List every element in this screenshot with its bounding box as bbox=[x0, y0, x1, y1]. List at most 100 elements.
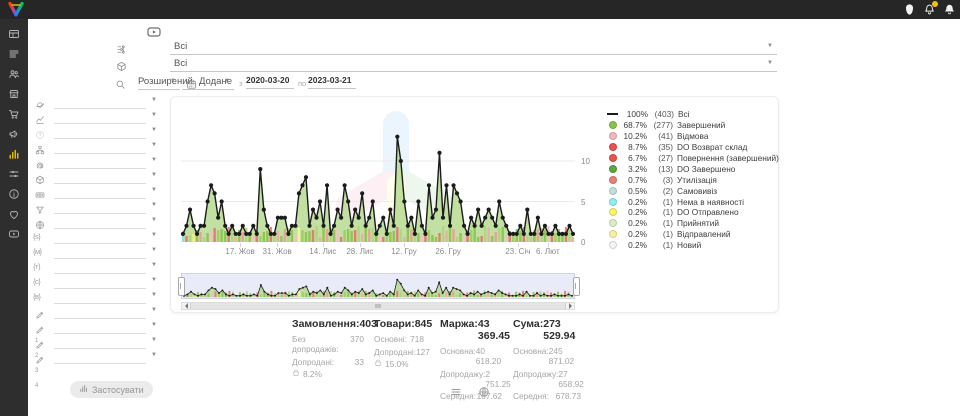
legend-item[interactable]: 0.7%(3)Утилізація bbox=[607, 174, 773, 185]
video-help-icon[interactable] bbox=[142, 24, 166, 40]
orders-list-icon[interactable] bbox=[0, 44, 28, 64]
scroll-right-arrow[interactable] bbox=[566, 303, 574, 309]
package-icon bbox=[116, 59, 127, 70]
fingerprint-icon bbox=[35, 157, 45, 167]
filter-field[interactable] bbox=[54, 171, 146, 184]
filter-field[interactable] bbox=[54, 96, 146, 109]
cube-icon bbox=[35, 172, 45, 182]
date-from-input[interactable]: 2020-03-20 bbox=[246, 75, 294, 89]
chevron-down-icon: ▼ bbox=[767, 43, 773, 49]
chevron-down-icon: ▼ bbox=[151, 277, 157, 283]
legend-item[interactable]: 8.7%(35)DO Возврат склад bbox=[607, 142, 773, 153]
filter-field[interactable] bbox=[54, 261, 146, 274]
main-chart[interactable] bbox=[181, 111, 575, 243]
filter-field[interactable] bbox=[54, 201, 146, 214]
filter-field[interactable] bbox=[54, 141, 146, 154]
upsell-badge: 8.2% bbox=[292, 369, 364, 379]
date-to-input[interactable]: 2023-03-21 bbox=[308, 75, 356, 89]
filter-field[interactable] bbox=[54, 126, 146, 139]
filter-field[interactable] bbox=[54, 186, 146, 199]
megaphone-icon[interactable] bbox=[0, 124, 28, 144]
alerts-bell-icon[interactable] bbox=[943, 3, 956, 16]
globe-icon[interactable] bbox=[478, 385, 490, 397]
stats-subrow: Середня:678.73 bbox=[513, 391, 581, 401]
customers-icon[interactable] bbox=[0, 64, 28, 84]
video-icon[interactable] bbox=[0, 224, 28, 244]
help-icon bbox=[35, 127, 45, 137]
filter-field[interactable] bbox=[54, 156, 146, 169]
filter-field[interactable] bbox=[54, 321, 146, 334]
filter-field[interactable] bbox=[54, 336, 146, 349]
analytics-icon[interactable] bbox=[0, 144, 28, 164]
filter-field[interactable] bbox=[54, 216, 146, 229]
filter-row-pencil-17: 4▼ bbox=[28, 351, 160, 365]
legend-label: DO Завершено bbox=[677, 164, 735, 174]
chevron-down-icon: ▼ bbox=[224, 78, 230, 84]
list-settings-icon[interactable] bbox=[450, 385, 462, 397]
legend-percent: 3.2% bbox=[620, 164, 647, 174]
legend-dot-swatch bbox=[609, 208, 617, 216]
legend-dot-swatch bbox=[609, 143, 617, 151]
legend-percent: 68.7% bbox=[620, 120, 647, 130]
chevron-down-icon: ▼ bbox=[151, 352, 157, 358]
filter-row-pencil-14: 1▼ bbox=[28, 306, 160, 320]
legend-item[interactable]: 10.2%(41)Відмова bbox=[607, 131, 773, 142]
filter-row-cube-5: ▼ bbox=[28, 171, 160, 185]
legend-count: (35) bbox=[647, 142, 673, 152]
filter-field[interactable] bbox=[54, 291, 146, 304]
legend-count: (1) bbox=[647, 240, 673, 250]
date-field-select[interactable]: Додане ▼ bbox=[182, 75, 234, 90]
filter-field[interactable] bbox=[54, 231, 146, 244]
filter-field[interactable] bbox=[54, 306, 146, 319]
navigator-chart[interactable] bbox=[181, 273, 575, 299]
sliders-icon[interactable] bbox=[0, 164, 28, 184]
x-tick-label: 28. Лис bbox=[346, 247, 373, 256]
info-icon[interactable] bbox=[0, 184, 28, 204]
legend-item[interactable]: 0.2%(1)Відправлений bbox=[607, 229, 773, 240]
navigator-handle-right[interactable] bbox=[573, 277, 580, 296]
legend-item[interactable]: 68.7%(277)Завершений bbox=[607, 120, 773, 131]
scrollbar-thumb[interactable] bbox=[190, 303, 566, 309]
notifications-bell-icon[interactable] bbox=[923, 3, 936, 16]
filter-field[interactable] bbox=[54, 111, 146, 124]
apply-button[interactable]: Застосувати bbox=[70, 381, 153, 398]
chart-scrollbar[interactable] bbox=[181, 302, 575, 310]
trend-icon bbox=[35, 112, 45, 122]
legend-dot-swatch bbox=[609, 219, 617, 227]
advanced-search-select[interactable]: Розширений ▼ bbox=[138, 75, 180, 90]
legend-count: (13) bbox=[647, 164, 673, 174]
chevron-down-icon: ▼ bbox=[151, 112, 157, 118]
dashboard-icon[interactable] bbox=[0, 24, 28, 44]
filter-select-products[interactable]: Всі ▼ bbox=[170, 57, 777, 72]
navigator-handle-left[interactable] bbox=[178, 277, 185, 296]
legend-item[interactable]: 0.2%(1)DO Отправлено bbox=[607, 207, 773, 218]
filter-field[interactable] bbox=[54, 246, 146, 259]
legend-item[interactable]: 0.5%(2)Самовивіз bbox=[607, 185, 773, 196]
legend-percent: 10.2% bbox=[620, 131, 647, 141]
legend-count: (403) bbox=[648, 109, 674, 119]
bag-icon bbox=[292, 369, 300, 379]
filter-select-status[interactable]: Всі ▼ bbox=[170, 40, 777, 55]
filter-row-token-10: {м}▼ bbox=[28, 246, 160, 260]
app-logo-icon[interactable] bbox=[7, 2, 25, 17]
filter-field[interactable] bbox=[54, 276, 146, 289]
filter-row-token-13: {в}▼ bbox=[28, 291, 160, 305]
legend-item[interactable]: 0.2%(1)Нема в наявності bbox=[607, 196, 773, 207]
legend-item[interactable]: 0.2%(1)Прийнятий bbox=[607, 218, 773, 229]
chevron-down-icon: ▼ bbox=[151, 187, 157, 193]
category-tree-icon bbox=[116, 42, 127, 53]
cart-icon[interactable] bbox=[0, 104, 28, 124]
legend-item[interactable]: 6.7%(27)Повернення (завершений) bbox=[607, 153, 773, 164]
sidebar-rail bbox=[0, 19, 28, 416]
scroll-left-arrow[interactable] bbox=[182, 303, 190, 309]
legend-label: Утилізація bbox=[677, 175, 717, 185]
legend-item[interactable]: 100%(403)Всі bbox=[607, 109, 773, 120]
care-icon[interactable] bbox=[0, 204, 28, 224]
store-icon[interactable] bbox=[0, 84, 28, 104]
search-icon[interactable] bbox=[115, 77, 126, 88]
filter-field[interactable] bbox=[54, 351, 146, 364]
profile-icon[interactable] bbox=[903, 3, 916, 16]
pencil-icon: 4 bbox=[35, 352, 45, 362]
legend-item[interactable]: 3.2%(13) DO Завершено bbox=[607, 163, 773, 174]
legend-item[interactable]: 0.2%(1)Новий bbox=[607, 240, 773, 251]
